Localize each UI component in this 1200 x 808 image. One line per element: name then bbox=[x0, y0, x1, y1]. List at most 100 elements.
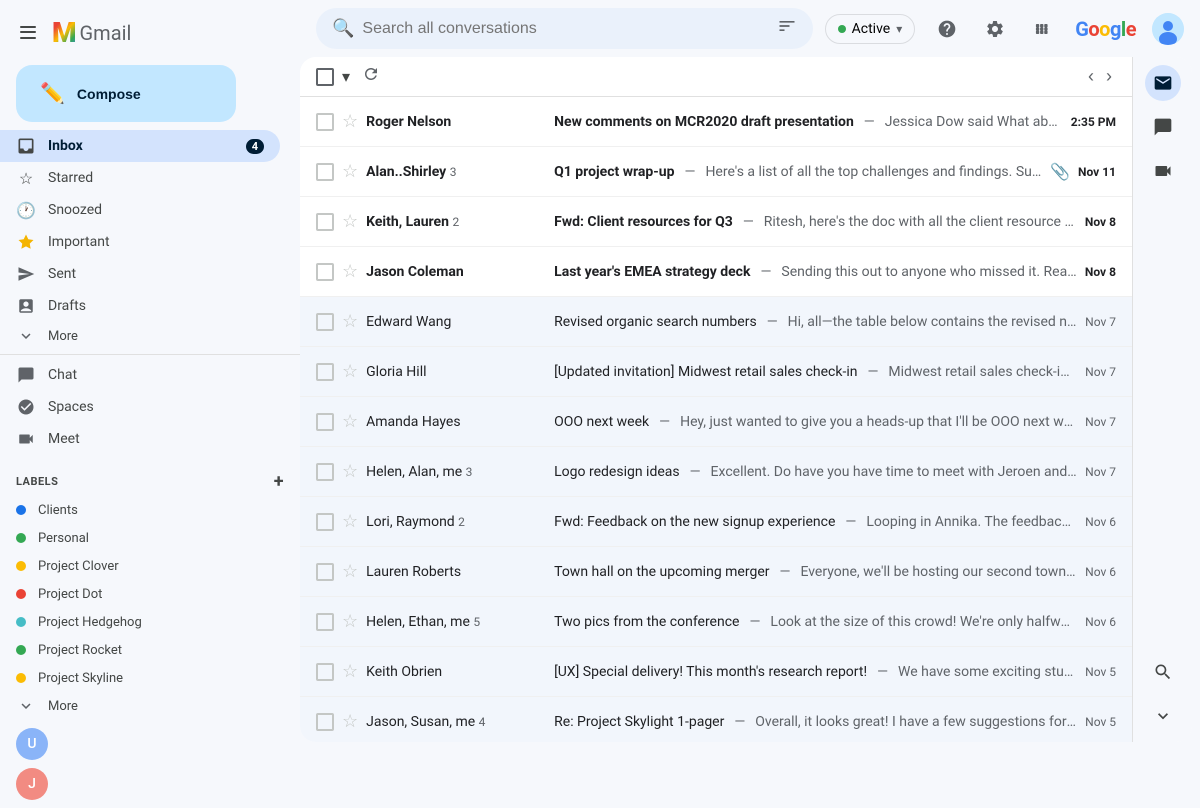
search-input[interactable] bbox=[362, 20, 768, 38]
select-dropdown-icon[interactable]: ▾ bbox=[342, 67, 350, 86]
email-row[interactable]: ☆ Gloria Hill [Updated invitation] Midwe… bbox=[300, 347, 1132, 397]
add-label-icon[interactable]: + bbox=[274, 471, 284, 492]
row-checkbox[interactable] bbox=[316, 163, 334, 181]
row-sender: Lori, Raymond 2 bbox=[366, 514, 546, 530]
email-row[interactable]: ☆ Keith Obrien [UX] Special delivery! Th… bbox=[300, 647, 1132, 697]
topbar-right: Active ▾ Google bbox=[825, 13, 1184, 45]
user-avatar-2[interactable]: J bbox=[16, 768, 48, 800]
row-date: Nov 6 bbox=[1085, 615, 1116, 629]
user-avatar-1[interactable]: U bbox=[16, 728, 48, 760]
star-icon[interactable]: ☆ bbox=[342, 111, 358, 132]
row-checkbox[interactable] bbox=[316, 563, 334, 581]
sidebar-item-meet[interactable]: Meet bbox=[0, 423, 280, 455]
row-checkbox[interactable] bbox=[316, 413, 334, 431]
user-avatar[interactable] bbox=[1152, 13, 1184, 45]
sidebar-item-inbox[interactable]: Inbox 4 bbox=[0, 130, 280, 162]
label-item-project-clover[interactable]: Project Clover bbox=[0, 552, 280, 580]
sidebar-item-chat[interactable]: Chat bbox=[0, 359, 280, 391]
labels-more[interactable]: More bbox=[0, 692, 280, 720]
sidebar-item-snoozed[interactable]: 🕐 Snoozed bbox=[0, 194, 280, 226]
email-row[interactable]: ☆ Alan..Shirley 3 Q1 project wrap-up — H… bbox=[300, 147, 1132, 197]
row-content: Town hall on the upcoming merger — Every… bbox=[554, 564, 1077, 580]
sidebar-bottom: U J bbox=[0, 720, 300, 808]
row-subject: [UX] Special delivery! This month's rese… bbox=[554, 664, 867, 680]
email-row[interactable]: ☆ Helen, Ethan, me 5 Two pics from the c… bbox=[300, 597, 1132, 647]
star-icon[interactable]: ☆ bbox=[342, 561, 358, 582]
settings-icon[interactable] bbox=[979, 13, 1011, 45]
star-icon[interactable]: ☆ bbox=[342, 661, 358, 682]
inbox-icon bbox=[16, 136, 36, 156]
grid-icon[interactable] bbox=[1027, 13, 1059, 45]
label-item-personal[interactable]: Personal bbox=[0, 524, 280, 552]
sidebar-item-important[interactable]: Important bbox=[0, 226, 280, 258]
active-chevron-icon: ▾ bbox=[896, 22, 902, 36]
label-name-clients: Clients bbox=[38, 503, 78, 518]
label-dot-project-dot bbox=[16, 589, 26, 599]
panel-notes-icon[interactable] bbox=[1145, 654, 1181, 690]
sidebar-item-sent[interactable]: Sent bbox=[0, 258, 280, 290]
row-checkbox[interactable] bbox=[316, 713, 334, 731]
row-snippet: Looping in Annika. The feedback we've... bbox=[866, 514, 1077, 530]
panel-expand-icon[interactable] bbox=[1145, 698, 1181, 734]
row-checkbox[interactable] bbox=[316, 263, 334, 281]
refresh-icon[interactable] bbox=[358, 61, 384, 92]
email-row[interactable]: ☆ Helen, Alan, me 3 Logo redesign ideas … bbox=[300, 447, 1132, 497]
email-row[interactable]: ☆ Lori, Raymond 2 Fwd: Feedback on the n… bbox=[300, 497, 1132, 547]
search-tune-icon[interactable] bbox=[777, 16, 797, 41]
star-icon[interactable]: ☆ bbox=[342, 161, 358, 182]
star-icon[interactable]: ☆ bbox=[342, 261, 358, 282]
sidebar-item-spaces[interactable]: Spaces bbox=[0, 391, 280, 423]
select-all-checkbox[interactable] bbox=[316, 68, 334, 86]
star-icon[interactable]: ☆ bbox=[342, 411, 358, 432]
email-row[interactable]: ☆ Edward Wang Revised organic search num… bbox=[300, 297, 1132, 347]
row-checkbox[interactable] bbox=[316, 663, 334, 681]
row-checkbox[interactable] bbox=[316, 513, 334, 531]
star-icon[interactable]: ☆ bbox=[342, 711, 358, 732]
label-item-project-hedgehog[interactable]: Project Hedgehog bbox=[0, 608, 280, 636]
help-icon[interactable] bbox=[931, 13, 963, 45]
star-icon[interactable]: ☆ bbox=[342, 461, 358, 482]
label-item-clients[interactable]: Clients bbox=[0, 496, 280, 524]
row-checkbox[interactable] bbox=[316, 313, 334, 331]
sidebar-item-drafts[interactable]: Drafts bbox=[0, 290, 280, 322]
star-icon[interactable]: ☆ bbox=[342, 211, 358, 232]
search-icon[interactable]: 🔍 bbox=[332, 18, 354, 39]
star-icon[interactable]: ☆ bbox=[342, 511, 358, 532]
star-icon[interactable]: ☆ bbox=[342, 611, 358, 632]
panel-video-icon[interactable] bbox=[1145, 153, 1181, 189]
hamburger-menu-icon[interactable] bbox=[16, 21, 40, 45]
row-checkbox[interactable] bbox=[316, 613, 334, 631]
email-row[interactable]: ☆ Jason, Susan, me 4 Re: Project Skyligh… bbox=[300, 697, 1132, 742]
panel-chat-icon[interactable] bbox=[1145, 109, 1181, 145]
snoozed-icon: 🕐 bbox=[16, 200, 36, 220]
email-row[interactable]: ☆ Roger Nelson New comments on MCR2020 d… bbox=[300, 97, 1132, 147]
search-bar[interactable]: 🔍 bbox=[316, 8, 813, 49]
label-item-project-rocket[interactable]: Project Rocket bbox=[0, 636, 280, 664]
star-icon[interactable]: ☆ bbox=[342, 311, 358, 332]
email-row[interactable]: ☆ Keith, Lauren 2 Fwd: Client resources … bbox=[300, 197, 1132, 247]
row-sender: Gloria Hill bbox=[366, 364, 546, 380]
row-checkbox[interactable] bbox=[316, 213, 334, 231]
row-subject: [Updated invitation] Midwest retail sale… bbox=[554, 364, 857, 380]
row-checkbox[interactable] bbox=[316, 113, 334, 131]
email-row[interactable]: ☆ Lauren Roberts Town hall on the upcomi… bbox=[300, 547, 1132, 597]
email-row[interactable]: ☆ Amanda Hayes OOO next week — Hey, just… bbox=[300, 397, 1132, 447]
label-item-project-dot[interactable]: Project Dot bbox=[0, 580, 280, 608]
label-item-project-skyline[interactable]: Project Skyline bbox=[0, 664, 280, 692]
row-checkbox[interactable] bbox=[316, 363, 334, 381]
star-icon[interactable]: ☆ bbox=[342, 361, 358, 382]
sidebar-more-nav[interactable]: More bbox=[0, 322, 280, 350]
row-checkbox[interactable] bbox=[316, 463, 334, 481]
compose-button[interactable]: ✏️ Compose bbox=[16, 65, 236, 122]
prev-page-button[interactable]: ‹ bbox=[1084, 62, 1098, 91]
email-row[interactable]: ☆ Jason Coleman Last year's EMEA strateg… bbox=[300, 247, 1132, 297]
row-subject: Revised organic search numbers bbox=[554, 314, 757, 330]
sidebar-item-starred[interactable]: ☆ Starred bbox=[0, 162, 280, 194]
topbar: 🔍 Active ▾ Google bbox=[300, 0, 1200, 57]
row-meta: 📎 Nov 11 bbox=[1050, 162, 1116, 181]
email-toolbar: ▾ ‹ › bbox=[300, 57, 1132, 97]
next-page-button[interactable]: › bbox=[1102, 62, 1116, 91]
panel-mail-icon[interactable] bbox=[1145, 65, 1181, 101]
spaces-icon bbox=[16, 397, 36, 417]
active-status-badge[interactable]: Active ▾ bbox=[825, 14, 916, 44]
